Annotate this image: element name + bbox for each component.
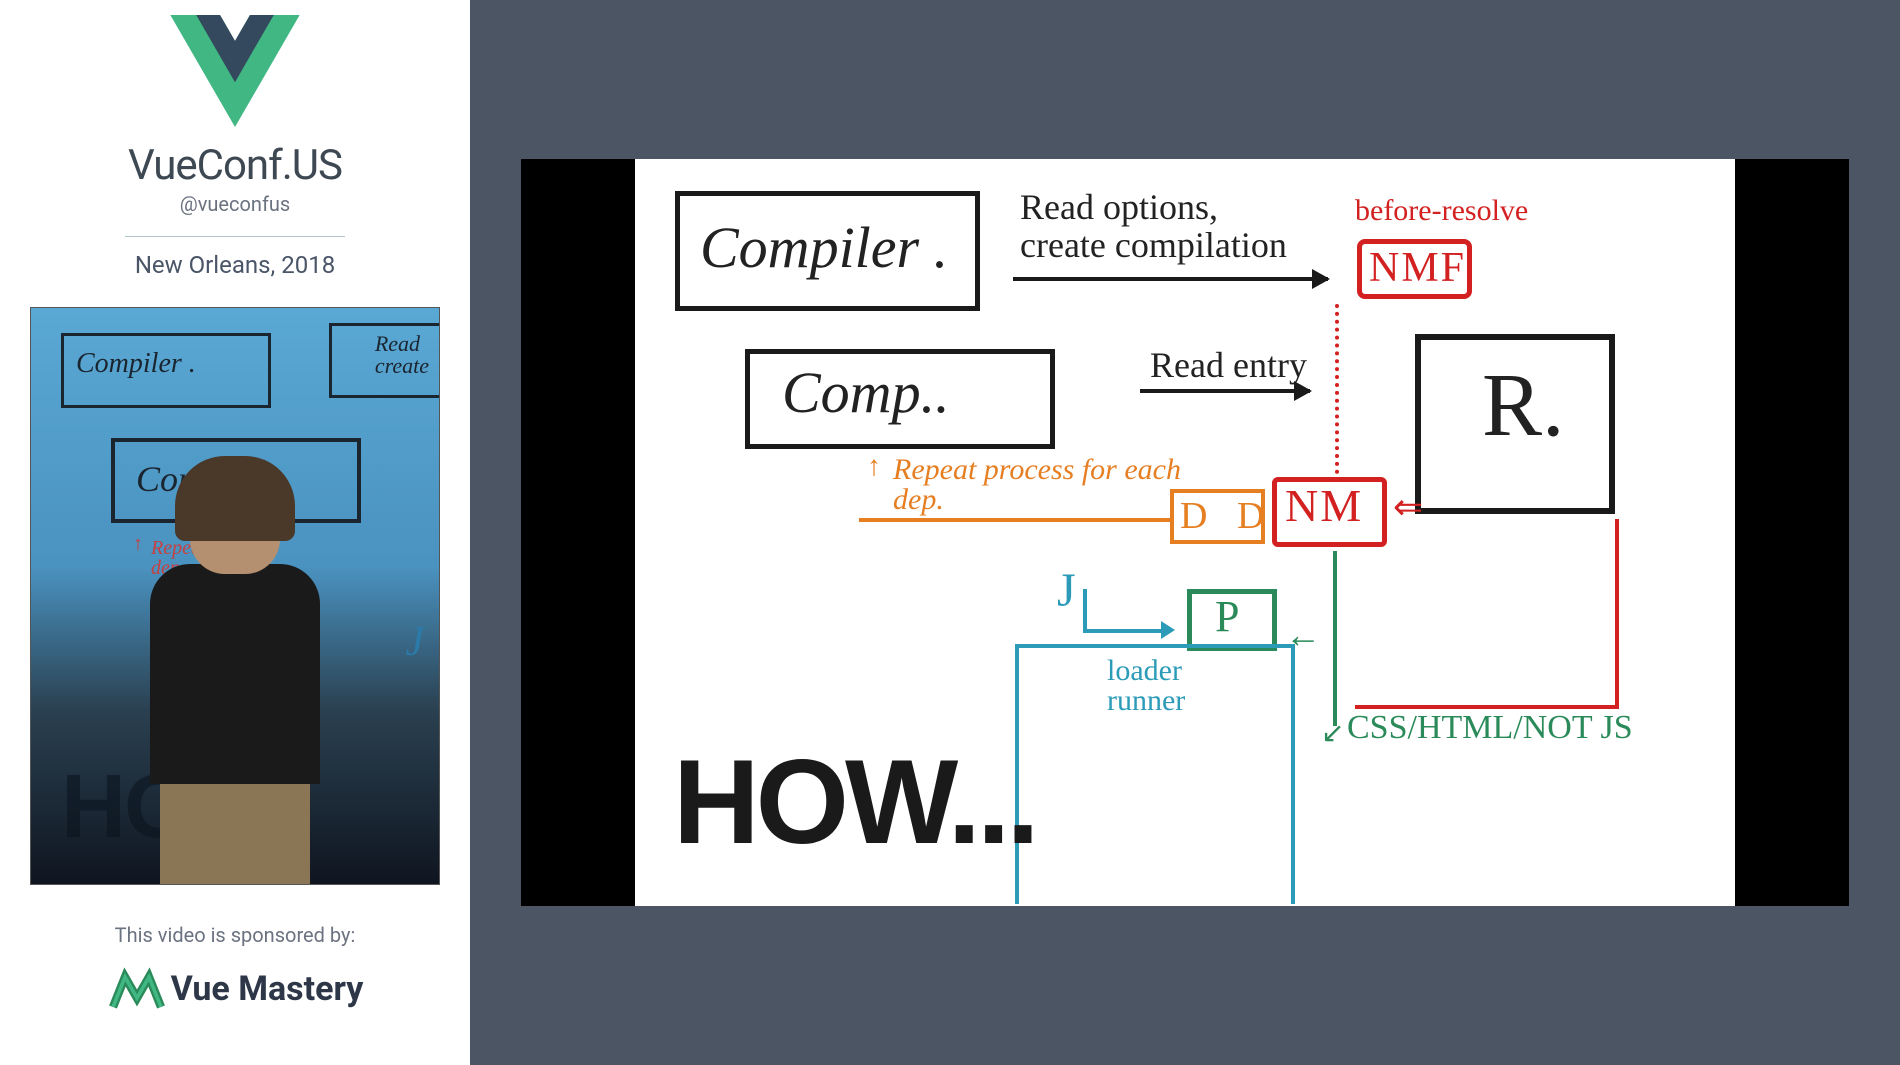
main-area: Compiler . Read options, create compilat…	[470, 0, 1900, 1065]
arrow-icon: ↙	[1321, 716, 1344, 750]
text-dd: D D	[1180, 494, 1274, 538]
text-p: P	[1215, 591, 1239, 642]
text-repeat: Repeat process for each dep.	[893, 455, 1181, 515]
text-loader-runner: loader runner	[1107, 656, 1185, 716]
text-how: HOW...	[673, 733, 1036, 871]
conf-title: VueConf.US	[128, 141, 342, 190]
red-line-icon	[1615, 519, 1619, 709]
conf-handle: @vueconfus	[180, 192, 291, 216]
text-read-entry: Read entry	[1150, 344, 1307, 386]
text-nmf: NMF	[1369, 244, 1466, 292]
arrow-left-icon: ⇐	[1393, 486, 1423, 528]
speaker-thumbnail[interactable]: Compiler . Read create Comp.. Repeat pro…	[30, 307, 440, 885]
slide-content: Compiler . Read options, create compilat…	[635, 159, 1735, 906]
vuemastery-icon	[107, 965, 167, 1013]
text-nm: NM	[1285, 479, 1363, 532]
arrow-icon	[1140, 389, 1310, 393]
sidebar: VueConf.US @vueconfus New Orleans, 2018 …	[0, 0, 470, 1065]
arrow-icon	[1083, 589, 1087, 629]
vue-logo-icon	[170, 15, 300, 131]
text-j: J	[1057, 563, 1076, 618]
text-read-options: Read options, create compilation	[1020, 189, 1287, 265]
arrow-icon	[1013, 277, 1328, 281]
speaker-figure	[135, 464, 335, 884]
location: New Orleans, 2018	[135, 251, 335, 279]
text-before-resolve: before-resolve	[1355, 194, 1528, 228]
text-compiler: Compiler .	[700, 214, 948, 281]
text-css: CSS/HTML/NOT JS	[1347, 709, 1633, 747]
thumb-text-read: Read create	[375, 333, 429, 377]
text-r: R.	[1482, 354, 1565, 457]
slide-frame[interactable]: Compiler . Read options, create compilat…	[521, 159, 1849, 906]
sponsor-logo[interactable]: Vue Mastery	[107, 965, 364, 1013]
sponsor-label: This video is sponsored by:	[115, 923, 356, 947]
dotted-line-icon	[1335, 304, 1339, 474]
text-comp: Comp..	[782, 359, 950, 426]
thumb-text-j: J	[405, 618, 424, 666]
green-line-icon	[1333, 551, 1337, 726]
sponsor-name: Vue Mastery	[171, 969, 364, 1009]
divider	[125, 236, 345, 237]
thumb-text-compiler: Compiler .	[76, 348, 196, 380]
